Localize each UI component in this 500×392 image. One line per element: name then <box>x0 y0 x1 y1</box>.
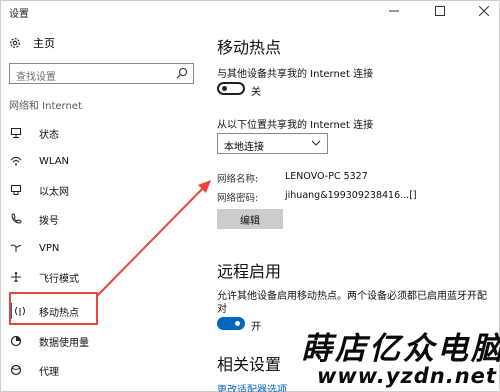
gear-icon <box>10 38 20 48</box>
remote-toggle-state: 开 <box>251 322 261 333</box>
settings-window: 设置 主页 查找设置 网络和 Internet 状态 WLAN 以太网 拨号 V… <box>0 0 500 392</box>
remote-title: 远程启用 <box>217 262 282 281</box>
network-name-value: LENOVO-PC 5327 <box>285 171 368 182</box>
ethernet-icon <box>9 183 23 197</box>
maximize-icon <box>435 6 445 16</box>
search-placeholder: 查找设置 <box>16 72 56 83</box>
share-toggle[interactable] <box>217 82 245 95</box>
proxy-icon <box>9 363 23 377</box>
section-title: 网络和 Internet <box>9 101 82 112</box>
watermark-url: www.yzdn.net <box>317 364 497 388</box>
sidebar-item-data-usage[interactable]: 数据使用量 <box>9 330 189 352</box>
data-usage-icon <box>9 334 23 348</box>
network-password-label: 网络密码: <box>217 193 259 204</box>
annotation-highlight-box <box>9 292 98 325</box>
close-button[interactable] <box>469 1 499 21</box>
airplane-icon <box>9 270 23 284</box>
hotspot-title: 移动热点 <box>217 38 282 57</box>
sidebar-item-label: 状态 <box>39 129 59 141</box>
sidebar: 主页 查找设置 网络和 Internet 状态 WLAN 以太网 拨号 VPN … <box>1 21 197 392</box>
sidebar-item-label: 以太网 <box>39 186 69 198</box>
related-settings-title: 相关设置 <box>217 355 282 374</box>
search-input[interactable]: 查找设置 <box>9 63 194 84</box>
sidebar-item-vpn[interactable]: VPN <box>9 237 189 259</box>
sidebar-item-dialup[interactable]: 拨号 <box>9 208 189 230</box>
wifi-icon <box>9 154 23 168</box>
sidebar-item-label: 飞行模式 <box>39 273 79 285</box>
adapter-options-link[interactable]: 更改适配器选项 <box>217 381 287 392</box>
remote-description-line2: 对 <box>217 304 227 315</box>
sidebar-item-airplane-mode[interactable]: 飞行模式 <box>9 266 189 288</box>
search-icon <box>176 67 188 79</box>
network-name-label: 网络名称: <box>217 174 259 185</box>
watermark-brand: 蒔店亿众电脑 <box>301 331 500 367</box>
title-bar: 设置 <box>1 1 499 21</box>
share-from-dropdown[interactable]: 本地连接 <box>217 133 328 154</box>
status-icon <box>9 126 23 140</box>
sidebar-item-wlan[interactable]: WLAN <box>9 150 189 172</box>
edit-button[interactable]: 编辑 <box>217 209 283 229</box>
share-description: 与其他设备共享我的 Internet 连接 <box>217 69 374 80</box>
sidebar-item-status[interactable]: 状态 <box>9 122 189 144</box>
vpn-icon <box>9 241 23 255</box>
dialup-icon <box>9 212 23 226</box>
share-from-value: 本地连接 <box>224 142 264 153</box>
remote-description-line1: 允许其他设备启用移动热点。两个设备必须都已启用蓝牙开配 <box>217 291 487 302</box>
maximize-button[interactable] <box>425 1 455 21</box>
home-nav-item[interactable]: 主页 <box>9 35 55 51</box>
sidebar-item-proxy[interactable]: 代理 <box>9 359 189 381</box>
toggle-knob <box>222 86 227 91</box>
network-password-value: jihuang&199309238416...[] <box>285 190 417 201</box>
sidebar-item-label: VPN <box>39 242 60 254</box>
share-toggle-state: 关 <box>251 87 261 98</box>
home-label: 主页 <box>33 37 55 50</box>
close-icon <box>479 6 489 16</box>
share-from-label: 从以下位置共享我的 Internet 连接 <box>217 120 374 131</box>
sidebar-item-ethernet[interactable]: 以太网 <box>9 179 189 201</box>
remote-toggle[interactable] <box>217 317 245 330</box>
sidebar-item-label: 数据使用量 <box>39 337 89 349</box>
toggle-knob <box>235 321 240 326</box>
sidebar-item-label: 代理 <box>39 366 59 378</box>
window-title: 设置 <box>9 9 29 20</box>
sidebar-item-label: 拨号 <box>39 215 59 227</box>
chevron-down-icon <box>311 140 321 146</box>
minimize-button[interactable] <box>379 1 409 21</box>
sidebar-item-label: WLAN <box>39 155 70 167</box>
minimize-icon <box>389 10 399 12</box>
